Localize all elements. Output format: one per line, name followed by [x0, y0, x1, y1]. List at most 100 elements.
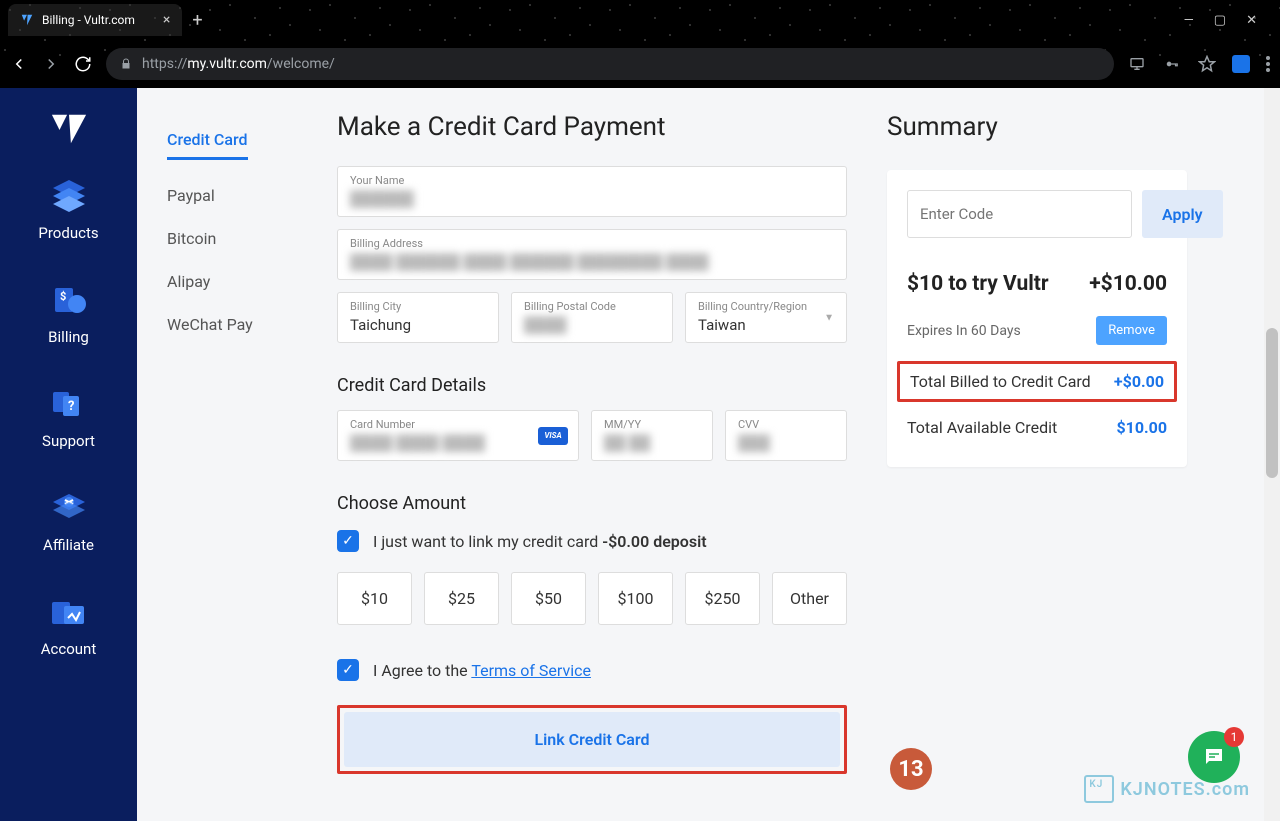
- sidebar-item-products[interactable]: Products: [38, 168, 98, 250]
- summary-panel: Summary Apply $10 to try Vultr +$10.00 E…: [877, 88, 1217, 821]
- maximize-button[interactable]: ▢: [1214, 13, 1226, 28]
- scrollbar-thumb[interactable]: [1266, 328, 1278, 478]
- payment-method-nav: Credit Card Paypal Bitcoin Alipay WeChat…: [137, 88, 337, 821]
- tos-checkbox[interactable]: ✓: [337, 659, 359, 681]
- address-input[interactable]: [338, 230, 846, 279]
- desktop-icon[interactable]: [1128, 56, 1146, 72]
- extension-icon[interactable]: [1232, 55, 1250, 73]
- new-tab-button[interactable]: +: [192, 10, 202, 31]
- tos-row: ✓ I Agree to the Terms of Service: [337, 659, 847, 681]
- sidebar-label: Support: [42, 432, 95, 450]
- watermark: KJNOTES.com: [1084, 775, 1250, 803]
- svg-text:?: ?: [68, 399, 74, 414]
- reload-button[interactable]: [74, 55, 92, 73]
- browser-tab[interactable]: Billing - Vultr.com ×: [8, 4, 182, 36]
- amount-250[interactable]: $250: [685, 572, 760, 625]
- bookmark-star-icon[interactable]: [1198, 55, 1216, 73]
- city-field[interactable]: Billing City: [337, 292, 499, 343]
- address-bar: https://my.vultr.com/welcome/: [0, 40, 1280, 88]
- tab-title: Billing - Vultr.com: [42, 13, 135, 27]
- watermark-icon: [1084, 775, 1114, 803]
- promo-code-input[interactable]: [907, 190, 1132, 238]
- amount-25[interactable]: $25: [424, 572, 499, 625]
- amount-other[interactable]: Other: [772, 572, 847, 625]
- amount-options: $10 $25 $50 $100 $250 Other: [337, 572, 847, 625]
- tab-wechat-pay[interactable]: WeChat Pay: [167, 303, 307, 346]
- close-window-button[interactable]: ✕: [1246, 13, 1257, 28]
- cvv-field[interactable]: CVV: [725, 410, 847, 461]
- svg-text:$: $: [60, 290, 66, 303]
- city-label: Billing City: [350, 300, 401, 313]
- chat-icon: [1202, 745, 1226, 769]
- forward-button[interactable]: [42, 55, 60, 73]
- tab-bitcoin[interactable]: Bitcoin: [167, 217, 307, 260]
- amount-heading: Choose Amount: [337, 493, 847, 514]
- watermark-text: KJNOTES.com: [1120, 779, 1250, 800]
- billing-icon: $: [47, 280, 91, 320]
- payment-form: Make a Credit Card Payment Your Name Bil…: [337, 88, 877, 821]
- amount-50[interactable]: $50: [511, 572, 586, 625]
- products-icon: [47, 176, 91, 216]
- back-button[interactable]: [10, 55, 28, 73]
- summary-card: Apply $10 to try Vultr +$10.00 Expires I…: [887, 170, 1187, 467]
- account-icon: [46, 592, 90, 632]
- app-root: Products $ Billing ? Support Affiliate A…: [0, 88, 1280, 821]
- available-credit-row: Total Available Credit $10.00: [907, 408, 1167, 447]
- promo-row: Apply: [907, 190, 1167, 238]
- window-controls: — ▢ ✕: [1184, 13, 1272, 28]
- tab-bar: Billing - Vultr.com × + — ▢ ✕: [0, 0, 1280, 40]
- cc-details-heading: Credit Card Details: [337, 375, 847, 396]
- name-field[interactable]: Your Name: [337, 166, 847, 217]
- affiliate-icon: [47, 488, 91, 528]
- url-input[interactable]: https://my.vultr.com/welcome/: [106, 48, 1114, 80]
- billed-label: Total Billed to Credit Card: [910, 372, 1091, 391]
- expiry-input[interactable]: [592, 411, 712, 460]
- primary-sidebar: Products $ Billing ? Support Affiliate A…: [0, 88, 137, 821]
- chat-badge: 1: [1224, 727, 1244, 747]
- cvv-input[interactable]: [726, 411, 846, 460]
- apply-button[interactable]: Apply: [1142, 190, 1223, 238]
- name-input[interactable]: [338, 167, 846, 216]
- postal-input[interactable]: [512, 293, 672, 342]
- browser-chrome: Billing - Vultr.com × + — ▢ ✕ https://my…: [0, 0, 1280, 88]
- scrollbar[interactable]: [1264, 88, 1280, 821]
- billed-row-highlight: Total Billed to Credit Card +$0.00: [897, 361, 1177, 402]
- billed-value: +$0.00: [1114, 372, 1164, 391]
- chevron-down-icon: ▼: [824, 312, 834, 323]
- url-text: https://my.vultr.com/welcome/: [142, 56, 335, 72]
- sidebar-item-support[interactable]: ? Support: [42, 376, 95, 458]
- link-only-checkbox[interactable]: ✓: [337, 530, 359, 552]
- link-only-label: I just want to link my credit card -$0.0…: [373, 532, 707, 551]
- promo-value: +$10.00: [1089, 272, 1167, 296]
- remove-button[interactable]: Remove: [1096, 316, 1167, 345]
- sidebar-label: Affiliate: [43, 536, 94, 554]
- sidebar-item-affiliate[interactable]: Affiliate: [43, 480, 94, 562]
- minimize-button[interactable]: —: [1184, 13, 1194, 28]
- country-field[interactable]: Billing Country/Region ▼: [685, 292, 847, 343]
- menu-icon[interactable]: [1266, 56, 1270, 72]
- sidebar-item-billing[interactable]: $ Billing: [47, 272, 91, 354]
- promo-expires: Expires In 60 Days: [907, 323, 1021, 339]
- address-field[interactable]: Billing Address: [337, 229, 847, 280]
- avail-label: Total Available Credit: [907, 418, 1057, 437]
- form-heading: Make a Credit Card Payment: [337, 112, 847, 142]
- tos-link[interactable]: Terms of Service: [471, 661, 591, 680]
- amount-10[interactable]: $10: [337, 572, 412, 625]
- annotation-badge: 13: [890, 748, 932, 790]
- tab-paypal[interactable]: Paypal: [167, 174, 307, 217]
- expiry-field[interactable]: MM/YY: [591, 410, 713, 461]
- tab-close-icon[interactable]: ×: [163, 12, 170, 28]
- postal-field[interactable]: Billing Postal Code: [511, 292, 673, 343]
- tos-label: I Agree to the Terms of Service: [373, 661, 591, 680]
- amount-100[interactable]: $100: [598, 572, 673, 625]
- tab-alipay[interactable]: Alipay: [167, 260, 307, 303]
- visa-badge-icon: VISA: [538, 427, 568, 445]
- card-number-field[interactable]: Card Number VISA: [337, 410, 579, 461]
- vultr-logo-icon[interactable]: [50, 112, 88, 146]
- link-card-button[interactable]: Link Credit Card: [344, 712, 840, 767]
- sidebar-item-account[interactable]: Account: [41, 584, 97, 666]
- content-area: Credit Card Paypal Bitcoin Alipay WeChat…: [137, 88, 1280, 821]
- key-icon[interactable]: [1162, 57, 1182, 71]
- promo-expires-row: Expires In 60 Days Remove: [907, 306, 1167, 355]
- tab-credit-card[interactable]: Credit Card: [167, 118, 248, 160]
